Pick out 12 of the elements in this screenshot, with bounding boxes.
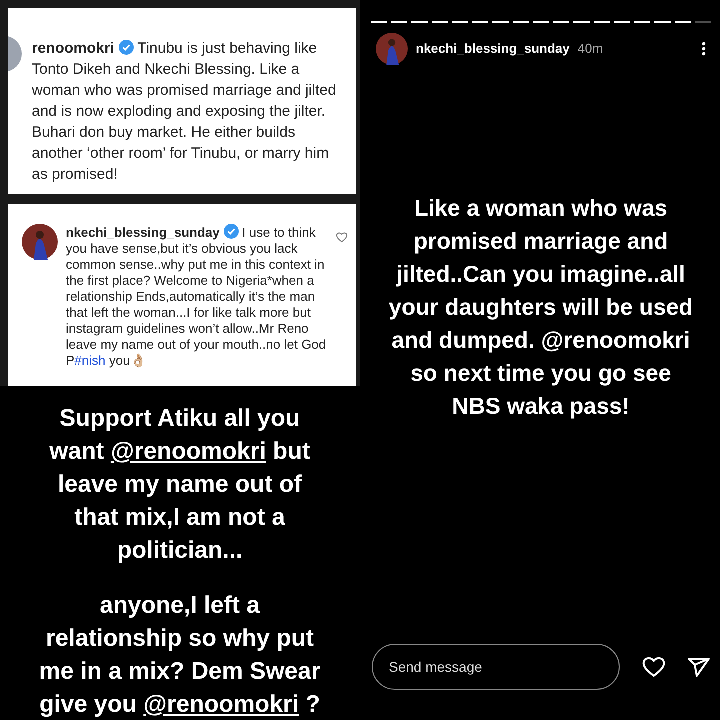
story-text: anyone,I left a relationship so why put me in a mix? Dem Swear give you @renoomokri ? xyxy=(38,591,322,720)
avatar xyxy=(376,33,408,65)
avatar xyxy=(22,224,58,260)
story-text: Like a woman who was promised marriage and jilted..Can you imagine..all your daughters will be used and dumped. @renoomokri so next time you go see NBS waka pass! xyxy=(388,194,694,421)
comment-text: nkechi_blessing_sunday I use to think you have sense,but it’s obvious you lack common sense..why put me in this context in the first place? Welcome to Nigeria*when a relationship Ends,automatically it’s the man that left the woman...I for like talk more but instagram guidelines won’t allow..Mr Reno leave my name out of your mouth..no let God P#nish you👌🏼 xyxy=(66,224,328,370)
story-text: Support Atiku all you want @renoomokri but leave my name out of that mix,I am not a politician... xyxy=(48,404,312,566)
more-options-icon[interactable] xyxy=(702,42,706,56)
comment-text: renoomokri Tinubu is just behaving like Tonto Dikeh and Nkechi Blessing. Like a woman who was promised marriage and jilted and is now exploding and exposing the jilter. Buhari don buy market. He either builds another ‘other room’ for Tinubu, or marry him as promised! xyxy=(32,39,338,185)
send-icon[interactable] xyxy=(688,657,710,677)
message-field[interactable]: Send message xyxy=(372,644,620,690)
timestamp: 40m xyxy=(578,40,604,58)
username[interactable]: nkechi_blessing_sunday xyxy=(416,39,570,59)
